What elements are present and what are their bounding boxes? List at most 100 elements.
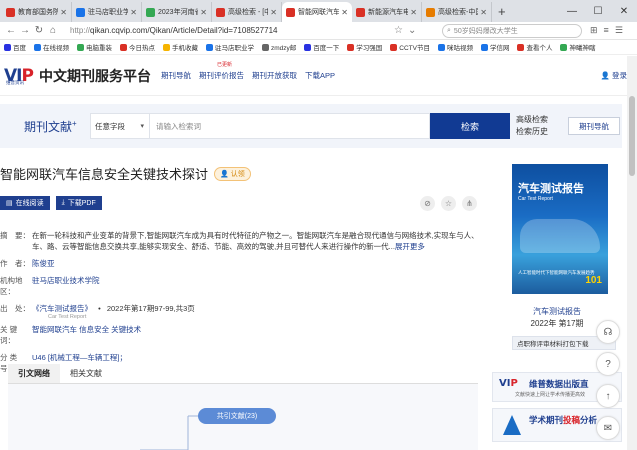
close-tab-icon[interactable]: ✕ bbox=[341, 8, 348, 17]
source-english: Car Test Report bbox=[48, 314, 87, 320]
back-icon[interactable]: ← bbox=[4, 25, 18, 36]
close-tab-icon[interactable]: ✕ bbox=[200, 8, 207, 17]
forward-icon[interactable]: → bbox=[18, 25, 32, 36]
top-nav-item[interactable]: 期刊开放获取 bbox=[252, 70, 297, 81]
keywords-links[interactable]: 智能网联汽车 信息安全 关键技术 bbox=[32, 324, 141, 346]
browser-search-input[interactable]: ⌕ 50岁妈妈爆改大学生 bbox=[442, 23, 582, 38]
back-to-top-icon[interactable]: ↑ bbox=[596, 384, 620, 408]
minimize-icon[interactable]: — bbox=[559, 0, 585, 22]
bookmark-item[interactable]: 电脑重装 bbox=[77, 42, 112, 52]
book-icon: ▤ bbox=[6, 200, 13, 207]
browser-tab[interactable]: 高级检索-中国 ✕ bbox=[422, 2, 492, 22]
more-icon[interactable]: ☰ bbox=[615, 25, 623, 36]
menu-icon[interactable]: ≡ bbox=[604, 25, 609, 36]
author-link[interactable]: 陈俊亚 bbox=[32, 258, 55, 269]
browser-tab[interactable]: 2023年河南省 ✕ bbox=[142, 2, 212, 22]
new-tab-button[interactable]: + bbox=[498, 2, 506, 22]
login-link[interactable]: 👤 登录 bbox=[601, 70, 627, 81]
bookmark-item[interactable]: 驻马店职业学 bbox=[206, 42, 254, 52]
search-input[interactable]: 请输入检索词 bbox=[150, 113, 430, 139]
home-icon[interactable]: ⌂ bbox=[46, 25, 60, 36]
article-tools: ⊘ ☆ ⋔ bbox=[420, 196, 477, 211]
maximize-icon[interactable]: ☐ bbox=[585, 0, 611, 22]
download-pdf-button[interactable]: ⤓ 下载PDF bbox=[55, 196, 102, 210]
journal-cover[interactable]: 汽车测试报告 Car Test Report 人工智能时代下智能网联汽车发展趋势… bbox=[512, 164, 608, 294]
login-label: 登录 bbox=[612, 71, 627, 80]
browser-tab[interactable]: 教育部国务院 ✕ bbox=[2, 2, 72, 22]
dropdown-icon[interactable]: ⌄ bbox=[408, 25, 422, 36]
favicon-icon bbox=[146, 7, 155, 17]
bookmark-favicon-icon bbox=[560, 43, 568, 51]
read-online-button[interactable]: ▤ 在线阅读 bbox=[0, 196, 50, 210]
browser-tab-title: 高级检索 - [中 bbox=[228, 9, 269, 16]
claim-button[interactable]: 👤 认领 bbox=[214, 166, 251, 181]
search-history-link[interactable]: 检索历史 bbox=[516, 126, 548, 138]
search-button[interactable]: 检索 bbox=[430, 113, 510, 139]
close-tab-icon[interactable]: ✕ bbox=[270, 8, 277, 17]
favorite-star-icon[interactable]: ☆ bbox=[441, 196, 456, 211]
bookmark-favicon-icon bbox=[480, 43, 488, 51]
journal-name-link[interactable]: 汽车测试报告 bbox=[492, 306, 622, 317]
cover-title: 汽车测试报告 bbox=[518, 183, 584, 195]
close-tab-icon[interactable]: ✕ bbox=[480, 8, 487, 17]
feedback-icon[interactable]: ✉ bbox=[596, 416, 620, 440]
page-scrollbar[interactable] bbox=[627, 56, 637, 450]
bookmark-favicon-icon bbox=[4, 43, 11, 51]
tab-citation-network[interactable]: 引文网络 bbox=[8, 364, 60, 383]
top-nav-item[interactable]: 下载APP bbox=[305, 70, 335, 81]
org-link[interactable]: 驻马店职业技术学院 bbox=[32, 275, 100, 297]
co-citation-node[interactable]: 共引文献(23) bbox=[198, 408, 276, 424]
vip-logo[interactable]: VIP 维普资讯 中文期刊服务平台 bbox=[4, 66, 151, 86]
no-entry-icon[interactable]: ⊘ bbox=[420, 196, 435, 211]
close-tab-icon[interactable]: ✕ bbox=[60, 8, 67, 17]
bookmark-item[interactable]: 查看个人 bbox=[517, 42, 552, 52]
close-tab-icon[interactable]: ✕ bbox=[130, 8, 137, 17]
author-row: 作 者： 陈俊亚 bbox=[0, 258, 480, 269]
close-tab-icon[interactable]: ✕ bbox=[410, 8, 417, 17]
bookmark-favicon-icon bbox=[437, 43, 445, 51]
extensions-icon[interactable]: ⊞ bbox=[590, 25, 598, 36]
tab-related-docs[interactable]: 相关文献 bbox=[60, 364, 112, 383]
reload-icon[interactable]: ↻ bbox=[32, 25, 46, 36]
help-icon[interactable]: ? bbox=[596, 352, 620, 376]
user-icon: 👤 bbox=[600, 71, 610, 80]
close-icon[interactable]: ✕ bbox=[611, 0, 637, 22]
browser-tab[interactable]: 高级检索 - [中 ✕ bbox=[212, 2, 282, 22]
top-nav-item[interactable]: 期刊导航 bbox=[161, 70, 191, 81]
bookmark-item[interactable]: 学习强国 bbox=[347, 42, 382, 52]
article-title: 智能网联汽车信息安全关键技术探讨 👤 认领 bbox=[0, 164, 251, 183]
bookmark-item[interactable]: CCTV节目 bbox=[390, 42, 430, 52]
browser-tab[interactable]: 驻马店职业学 ✕ bbox=[72, 2, 142, 22]
bookmark-item[interactable]: zmdzy邮 bbox=[262, 42, 296, 52]
browser-tab[interactable]: 智能网联汽车 ✕ bbox=[282, 2, 352, 22]
bookmark-item[interactable]: 咪咕视频 bbox=[437, 42, 473, 52]
top-nav: 期刊导航 期刊评价报告 已更新 期刊开放获取 下载APP bbox=[161, 62, 335, 81]
bookmark-favicon-icon bbox=[206, 43, 213, 51]
bookmark-item[interactable]: 百度 bbox=[4, 42, 26, 52]
advanced-search-link[interactable]: 高级检索 bbox=[516, 114, 548, 126]
bookmark-star-icon[interactable]: ☆ bbox=[394, 25, 408, 36]
source-journal-link[interactable]: 《汽车测试报告》 bbox=[32, 304, 92, 313]
bookmark-item[interactable]: 百度一下 bbox=[304, 42, 339, 52]
headset-icon[interactable]: ☊ bbox=[596, 320, 620, 344]
share-icon[interactable]: ⋔ bbox=[462, 196, 477, 211]
abstract-key: 摘 要： bbox=[0, 231, 30, 240]
top-nav-item[interactable]: 期刊评价报告 已更新 bbox=[199, 62, 244, 81]
journal-nav-button[interactable]: 期刊导航 bbox=[568, 117, 620, 135]
url-field[interactable]: http:// qikan.cqvip.com/Qikan/Article/De… bbox=[64, 24, 394, 38]
bookmark-favicon-icon bbox=[262, 43, 269, 51]
bookmark-favicon-icon bbox=[304, 43, 312, 51]
browser-tab[interactable]: 新能源汽车电 ✕ bbox=[352, 2, 422, 22]
keywords-row: 关 键 词： 智能网联汽车 信息安全 关键技术 bbox=[0, 324, 480, 346]
scrollbar-thumb[interactable] bbox=[629, 96, 635, 176]
bookmark-item[interactable]: 今日热点 bbox=[120, 42, 155, 52]
favicon-icon bbox=[6, 7, 15, 17]
expand-link[interactable]: 展开更多 bbox=[395, 242, 425, 251]
source-key: 出 处： bbox=[0, 304, 30, 313]
bookmark-item[interactable]: 神曦神瞎 bbox=[560, 42, 595, 52]
field-select[interactable]: 任意字段 ▾ bbox=[90, 113, 150, 139]
favicon-icon bbox=[426, 7, 435, 17]
bookmark-item[interactable]: 手机收藏 bbox=[163, 42, 198, 52]
bookmark-item[interactable]: 在线视频 bbox=[34, 42, 69, 52]
bookmark-item[interactable]: 学信网 bbox=[480, 42, 509, 52]
